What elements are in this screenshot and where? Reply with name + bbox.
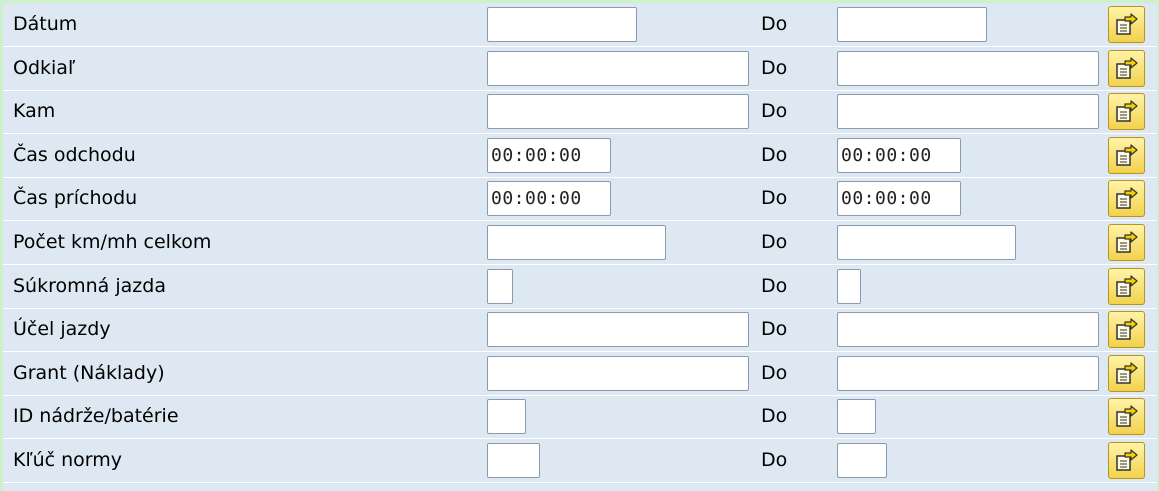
to-label: Do <box>761 100 788 123</box>
multiple-selection-button[interactable] <box>1108 354 1145 392</box>
field-label-from-location: Odkiaľ <box>13 56 76 79</box>
multiple-selection-arrow-icon <box>1116 449 1138 471</box>
row-total-km: Počet km/mh celkom Do <box>3 221 1157 265</box>
private-trip-from-input[interactable] <box>487 268 513 304</box>
to-label: Do <box>761 56 788 79</box>
to-label: Do <box>761 274 788 297</box>
row-to-location: Kam Do <box>3 90 1157 135</box>
norm-key-from-input[interactable] <box>487 443 540 478</box>
multiple-selection-arrow-icon <box>1116 405 1138 428</box>
grant-to-input[interactable] <box>837 355 1099 391</box>
multiple-selection-button[interactable] <box>1108 442 1145 479</box>
field-label-trip-purpose: Účel jazdy <box>13 318 111 341</box>
multiple-selection-arrow-icon <box>1116 318 1138 340</box>
field-label-tank-id: ID nádrže/batérie <box>13 405 179 428</box>
multiple-selection-arrow-icon <box>1116 56 1138 79</box>
multiple-selection-button[interactable] <box>1108 49 1145 87</box>
field-label-to-location: Kam <box>13 100 56 123</box>
field-label-total-km: Počet km/mh celkom <box>13 231 212 253</box>
to-location-from-input[interactable] <box>487 94 749 130</box>
multiple-selection-arrow-icon <box>1116 274 1138 297</box>
multiple-selection-arrow-icon <box>1116 231 1138 253</box>
multiple-selection-arrow-icon <box>1116 187 1138 210</box>
multiple-selection-arrow-icon <box>1116 144 1138 166</box>
multiple-selection-button[interactable] <box>1108 6 1145 43</box>
row-norm-key: Kľúč normy Do <box>3 439 1157 483</box>
field-label-departure-time: Čas odchodu <box>13 143 136 166</box>
departure-time-to-input[interactable]: 00:00:00 <box>837 137 961 173</box>
row-date: Dátum Do <box>3 3 1157 47</box>
norm-key-to-input[interactable] <box>837 443 887 478</box>
arrival-time-from-input[interactable]: 00:00:00 <box>487 181 611 217</box>
tank-id-from-input[interactable] <box>487 399 526 435</box>
multiple-selection-button[interactable] <box>1108 136 1145 174</box>
row-grant: Grant (Náklady) Do <box>3 352 1157 396</box>
to-label: Do <box>761 187 788 210</box>
selection-form: Dátum Do Odkiaľ Do Kam Do Čas odchodu 00… <box>3 3 1157 491</box>
to-label: Do <box>761 143 788 166</box>
multiple-selection-button[interactable] <box>1108 398 1145 436</box>
row-from-location: Odkiaľ Do <box>3 47 1157 91</box>
tank-id-to-input[interactable] <box>837 399 876 435</box>
to-location-to-input[interactable] <box>837 94 1099 130</box>
departure-time-from-input[interactable]: 00:00:00 <box>487 137 611 173</box>
private-trip-to-input[interactable] <box>837 268 861 304</box>
field-label-date: Dátum <box>13 13 78 35</box>
to-label: Do <box>761 231 788 253</box>
multiple-selection-button[interactable] <box>1108 311 1145 349</box>
from-location-from-input[interactable] <box>487 50 749 86</box>
grant-from-input[interactable] <box>487 355 749 391</box>
to-label: Do <box>761 318 788 341</box>
to-label: Do <box>761 405 788 428</box>
multiple-selection-button[interactable] <box>1108 224 1145 261</box>
total-km-to-input[interactable] <box>837 225 1016 260</box>
multiple-selection-button[interactable] <box>1108 267 1145 305</box>
date-from-input[interactable] <box>487 7 637 42</box>
row-private-trip: Súkromná jazda Do <box>3 265 1157 309</box>
field-label-arrival-time: Čas príchodu <box>13 187 138 210</box>
arrival-time-to-input[interactable]: 00:00:00 <box>837 181 961 217</box>
total-km-from-input[interactable] <box>487 225 666 260</box>
trip-purpose-to-input[interactable] <box>837 312 1099 348</box>
to-label: Do <box>761 13 788 35</box>
row-trip-purpose: Účel jazdy Do <box>3 308 1157 353</box>
field-label-grant: Grant (Náklady) <box>13 361 165 384</box>
multiple-selection-arrow-icon <box>1116 362 1138 384</box>
multiple-selection-arrow-icon <box>1116 100 1138 122</box>
multiple-selection-arrow-icon <box>1116 13 1138 35</box>
field-label-private-trip: Súkromná jazda <box>13 274 166 297</box>
trip-purpose-from-input[interactable] <box>487 312 749 348</box>
to-label: Do <box>761 361 788 384</box>
from-location-to-input[interactable] <box>837 50 1099 86</box>
to-label: Do <box>761 449 788 471</box>
row-arrival-time: Čas príchodu 00:00:00 Do 00:00:00 <box>3 177 1157 222</box>
date-to-input[interactable] <box>837 7 987 42</box>
row-departure-time: Čas odchodu 00:00:00 Do 00:00:00 <box>3 134 1157 178</box>
multiple-selection-button[interactable] <box>1108 180 1145 218</box>
multiple-selection-button[interactable] <box>1108 93 1145 131</box>
row-tank-id: ID nádrže/batérie Do <box>3 395 1157 440</box>
field-label-norm-key: Kľúč normy <box>13 449 123 471</box>
